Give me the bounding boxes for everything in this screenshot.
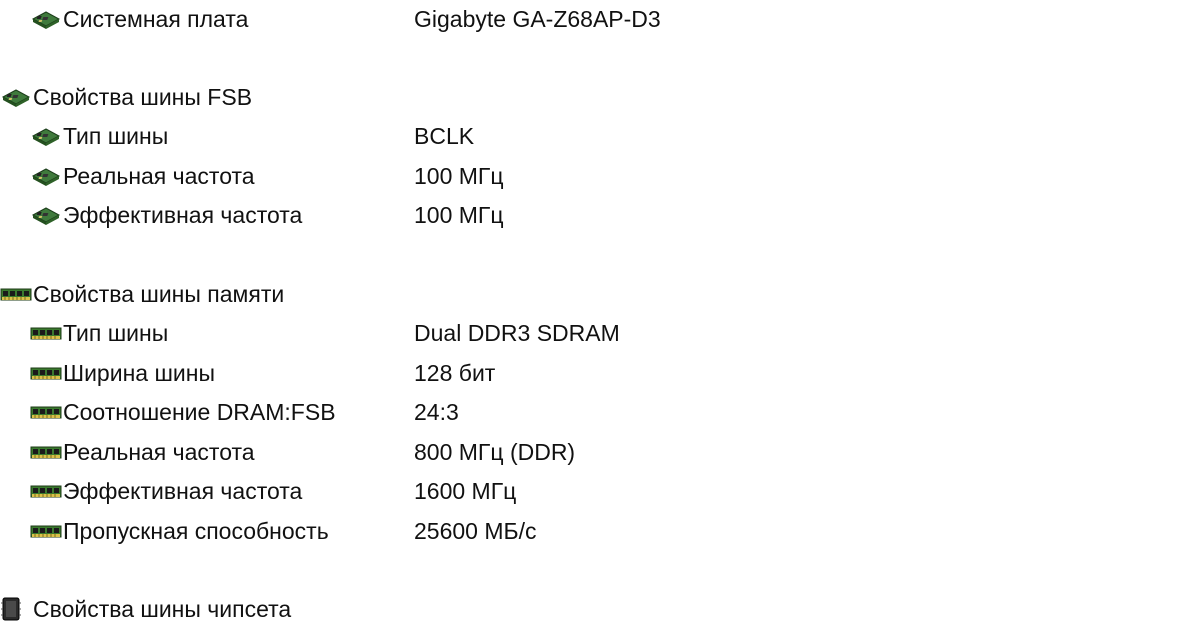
motherboard-icon bbox=[30, 7, 62, 31]
row-value: 25600 МБ/с bbox=[414, 518, 537, 544]
memory-module-icon bbox=[30, 400, 62, 424]
row-label: Тип шины bbox=[63, 320, 169, 346]
memory-module-icon bbox=[30, 361, 62, 385]
motherboard-icon bbox=[0, 85, 32, 109]
property-list: Системная плата Gigabyte GA-Z68AP-D3 Сво… bbox=[0, 0, 1200, 628]
row-label: Пропускная способность bbox=[63, 518, 329, 544]
chipset-icon bbox=[0, 597, 32, 621]
row-label: Эффективная частота bbox=[63, 478, 303, 504]
group-label: Свойства шины чипсета bbox=[33, 596, 292, 622]
row-dram-fsb-ratio[interactable]: Соотношение DRAM:FSB 24:3 bbox=[0, 394, 1200, 430]
row-value: 800 МГц (DDR) bbox=[414, 439, 576, 465]
group-memory-bus[interactable]: Свойства шины памяти bbox=[0, 276, 1200, 312]
row-value: 100 МГц bbox=[414, 202, 504, 228]
row-value: 100 МГц bbox=[414, 163, 504, 189]
row-memory-effective-frequency[interactable]: Эффективная частота 1600 МГц bbox=[0, 473, 1200, 509]
row-value: 24:3 bbox=[414, 399, 459, 425]
row-value: 1600 МГц bbox=[414, 478, 517, 504]
row-label: Эффективная частота bbox=[63, 202, 303, 228]
group-label: Свойства шины FSB bbox=[33, 84, 253, 110]
row-label: Системная плата bbox=[63, 6, 249, 32]
group-chipset-bus[interactable]: Свойства шины чипсета bbox=[0, 591, 1200, 627]
row-memory-real-frequency[interactable]: Реальная частота 800 МГц (DDR) bbox=[0, 434, 1200, 470]
group-fsb-bus[interactable]: Свойства шины FSB bbox=[0, 79, 1200, 115]
row-value: Dual DDR3 SDRAM bbox=[414, 320, 620, 346]
row-motherboard[interactable]: Системная плата Gigabyte GA-Z68AP-D3 bbox=[0, 1, 1200, 37]
row-memory-bus-width[interactable]: Ширина шины 128 бит bbox=[0, 355, 1200, 391]
memory-module-icon bbox=[30, 479, 62, 503]
row-label: Тип шины bbox=[63, 123, 169, 149]
row-fsb-real-frequency[interactable]: Реальная частота 100 МГц bbox=[0, 158, 1200, 194]
row-value: Gigabyte GA-Z68AP-D3 bbox=[414, 6, 661, 32]
motherboard-icon bbox=[30, 164, 62, 188]
row-memory-bandwidth[interactable]: Пропускная способность 25600 МБ/с bbox=[0, 513, 1200, 549]
memory-module-icon bbox=[30, 440, 62, 464]
memory-module-icon bbox=[30, 519, 62, 543]
memory-module-icon bbox=[30, 321, 62, 345]
row-memory-bus-type[interactable]: Тип шины Dual DDR3 SDRAM bbox=[0, 315, 1200, 351]
row-label: Реальная частота bbox=[63, 163, 255, 189]
motherboard-icon bbox=[30, 124, 62, 148]
row-value: 128 бит bbox=[414, 360, 496, 386]
memory-module-icon bbox=[0, 282, 32, 306]
row-label: Реальная частота bbox=[63, 439, 255, 465]
row-fsb-effective-frequency[interactable]: Эффективная частота 100 МГц bbox=[0, 197, 1200, 233]
motherboard-icon bbox=[30, 203, 62, 227]
row-label: Соотношение DRAM:FSB bbox=[63, 399, 336, 425]
group-label: Свойства шины памяти bbox=[33, 281, 285, 307]
row-label: Ширина шины bbox=[63, 360, 215, 386]
row-value: BCLK bbox=[414, 123, 475, 149]
row-fsb-bus-type[interactable]: Тип шины BCLK bbox=[0, 118, 1200, 154]
